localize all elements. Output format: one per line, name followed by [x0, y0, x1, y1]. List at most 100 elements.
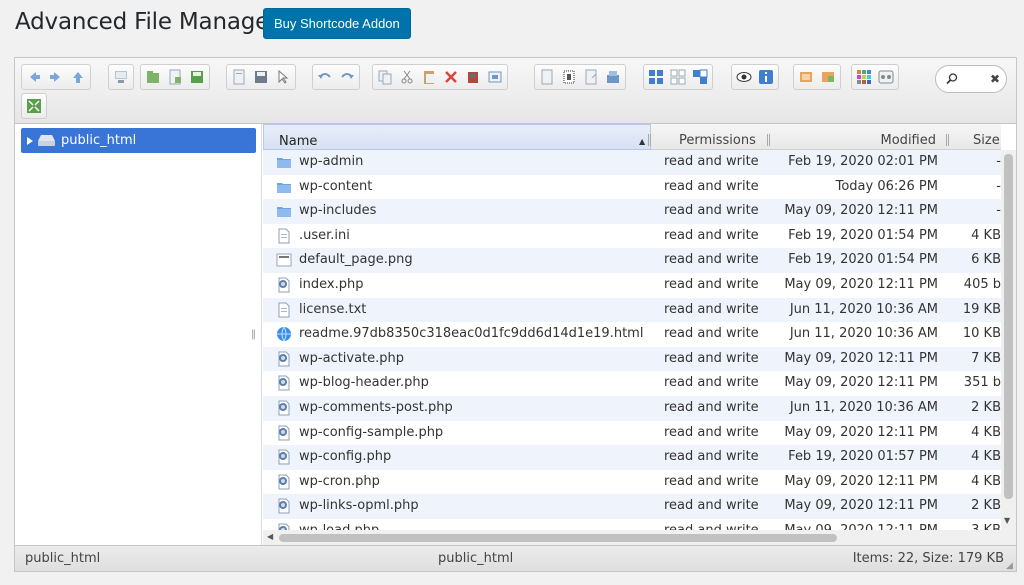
tree-item-label: public_html — [61, 133, 137, 148]
paste-icon[interactable] — [419, 67, 439, 87]
horizontal-scroll-thumb[interactable] — [279, 534, 837, 542]
fullscreen-icon[interactable] — [24, 96, 44, 116]
rename-icon[interactable] — [537, 67, 557, 87]
file-name: wp-blog-header.php — [299, 375, 429, 391]
scroll-down-icon[interactable]: ▼ — [1004, 516, 1010, 525]
file-modified: Feb 19, 2020 01:54 PM — [788, 252, 938, 268]
up-icon[interactable] — [68, 67, 88, 87]
table-row[interactable]: wp-load.php read and write May 09, 2020 12… — [263, 519, 1001, 530]
sort-ascending-icon: ▲ — [639, 137, 646, 146]
scroll-left-icon[interactable]: ◀ — [267, 532, 273, 541]
toolbar-group — [534, 64, 626, 90]
search-input[interactable] — [958, 70, 988, 88]
file-size-cell: 405 b — [955, 277, 1001, 292]
resize-icon[interactable] — [581, 67, 601, 87]
table-row[interactable]: wp-config.php read and write Feb 19, 2020 … — [263, 445, 1001, 470]
status-selection: public_html — [438, 551, 514, 566]
table-row[interactable]: wp-config-sample.php read and write May 09… — [263, 421, 1001, 446]
select-icon[interactable] — [273, 67, 293, 87]
table-row[interactable]: wp-includes read and write May 09, 2020 12… — [263, 199, 1001, 224]
table-row[interactable]: wp-content read and write Today 06:26 PM - — [263, 175, 1001, 200]
tree-item-public-html[interactable]: public_html — [21, 128, 256, 153]
empty-icon[interactable] — [463, 67, 483, 87]
compress-icon[interactable] — [818, 67, 838, 87]
column-resize-handle[interactable] — [648, 134, 651, 146]
panel-resizer[interactable]: ‖ — [251, 329, 257, 343]
table-row[interactable]: wp-cron.php read and write May 09, 2020 12… — [263, 470, 1001, 495]
fullscreen-mode-icon[interactable] — [876, 67, 896, 87]
file-size-cell: - — [955, 203, 1001, 218]
forward-icon[interactable] — [46, 67, 66, 87]
toolbar-group — [140, 64, 210, 90]
extract-icon[interactable] — [796, 67, 816, 87]
column-size[interactable]: Size — [949, 124, 1001, 150]
expand-arrow-icon[interactable] — [23, 134, 37, 148]
file-name: wp-activate.php — [299, 350, 405, 366]
file-size: 7 KB — [971, 350, 1001, 366]
mkdir-icon[interactable] — [143, 67, 163, 87]
file-modified: Jun 11, 2020 10:36 AM — [789, 326, 938, 342]
open-icon[interactable] — [229, 67, 249, 87]
column-name[interactable]: Name — [263, 124, 651, 150]
table-row[interactable]: default_page.png read and write Feb 19, 20… — [263, 248, 1001, 273]
file-size-cell: 4 KB — [955, 449, 1001, 464]
file-name: wp-config.php — [299, 449, 392, 465]
column-permissions[interactable]: Permissions — [652, 124, 767, 150]
vertical-scrollbar[interactable]: ▼ — [1001, 150, 1016, 530]
file-manager: ✖ public_html ‖ Name ▲ Permissions Modif… — [14, 57, 1017, 572]
file-name: wp-content — [299, 178, 373, 194]
table-row[interactable]: index.php read and write May 09, 2020 12:1… — [263, 273, 1001, 298]
duplicate-icon[interactable] — [485, 67, 505, 87]
toolbar-group — [851, 64, 899, 90]
file-permissions: read and write — [664, 154, 759, 169]
info-icon[interactable] — [756, 67, 776, 87]
file-size-cell: 7 KB — [955, 351, 1001, 366]
table-row[interactable]: wp-activate.php read and write May 09, 202… — [263, 346, 1001, 372]
status-path: public_html — [25, 551, 101, 566]
undo-icon[interactable] — [315, 67, 335, 87]
view-list-icon[interactable] — [668, 67, 688, 87]
search-box[interactable]: ✖ — [935, 65, 1007, 93]
vertical-scroll-thumb[interactable] — [1004, 154, 1013, 499]
file-permissions: read and write — [664, 424, 759, 440]
archive-icon[interactable] — [603, 67, 623, 87]
sort-icon[interactable] — [690, 67, 710, 87]
column-modified[interactable]: Modified — [768, 124, 948, 150]
redo-icon[interactable] — [337, 67, 357, 87]
download-icon[interactable] — [251, 67, 271, 87]
file-size: 405 b — [963, 276, 1001, 292]
resize-grip-icon[interactable]: ◢ — [1006, 561, 1015, 571]
network-icon[interactable] — [111, 67, 131, 87]
help-icon[interactable] — [854, 67, 874, 87]
file-name: wp-config-sample.php — [299, 424, 444, 440]
status-bar: public_html public_html Items: 22, Size:… — [15, 545, 1016, 571]
table-row[interactable]: wp-comments-post.php read and write Jun 11… — [263, 395, 1001, 421]
table-row[interactable]: wp-admin read and write Feb 19, 2020 02:01… — [263, 150, 1001, 175]
file-modified: May 09, 2020 12:11 PM — [784, 424, 938, 440]
file-size-cell: - — [955, 179, 1001, 194]
column-modified-label: Modified — [880, 133, 936, 148]
horizontal-scrollbar[interactable]: ◀ — [263, 530, 1016, 545]
file-size-cell: 6 KB — [955, 252, 1001, 267]
table-row[interactable]: license.txt read and write Jun 11, 2020 10… — [263, 297, 1001, 323]
upload-icon[interactable] — [187, 67, 207, 87]
table-row[interactable]: .user.ini read and write Feb 19, 2020 01:5… — [263, 224, 1001, 249]
copy-icon[interactable] — [375, 67, 395, 87]
file-size-cell: - — [955, 154, 1001, 169]
delete-icon[interactable] — [441, 67, 461, 87]
clear-search-icon[interactable]: ✖ — [988, 70, 1002, 88]
back-icon[interactable] — [24, 67, 44, 87]
file-size-cell: 351 b — [955, 375, 1001, 390]
table-row[interactable]: readme.97db8350c318eac0d1fc9dd6d14d1e19.… — [263, 322, 1001, 347]
table-row[interactable]: wp-links-opml.php read and write May 09, 2… — [263, 494, 1001, 519]
preview-icon[interactable] — [734, 67, 754, 87]
mkfile-icon[interactable] — [165, 67, 185, 87]
view-icons-icon[interactable] — [646, 67, 666, 87]
cut-icon[interactable] — [397, 67, 417, 87]
folder-file-icon — [277, 182, 291, 193]
file-name: .user.ini — [299, 227, 350, 243]
buy-shortcode-addon-button[interactable]: Buy Shortcode Addon — [263, 8, 411, 39]
table-row[interactable]: wp-blog-header.php read and write May 09, … — [263, 371, 1001, 396]
edit-icon[interactable] — [559, 67, 579, 87]
php-file-icon — [278, 474, 290, 490]
